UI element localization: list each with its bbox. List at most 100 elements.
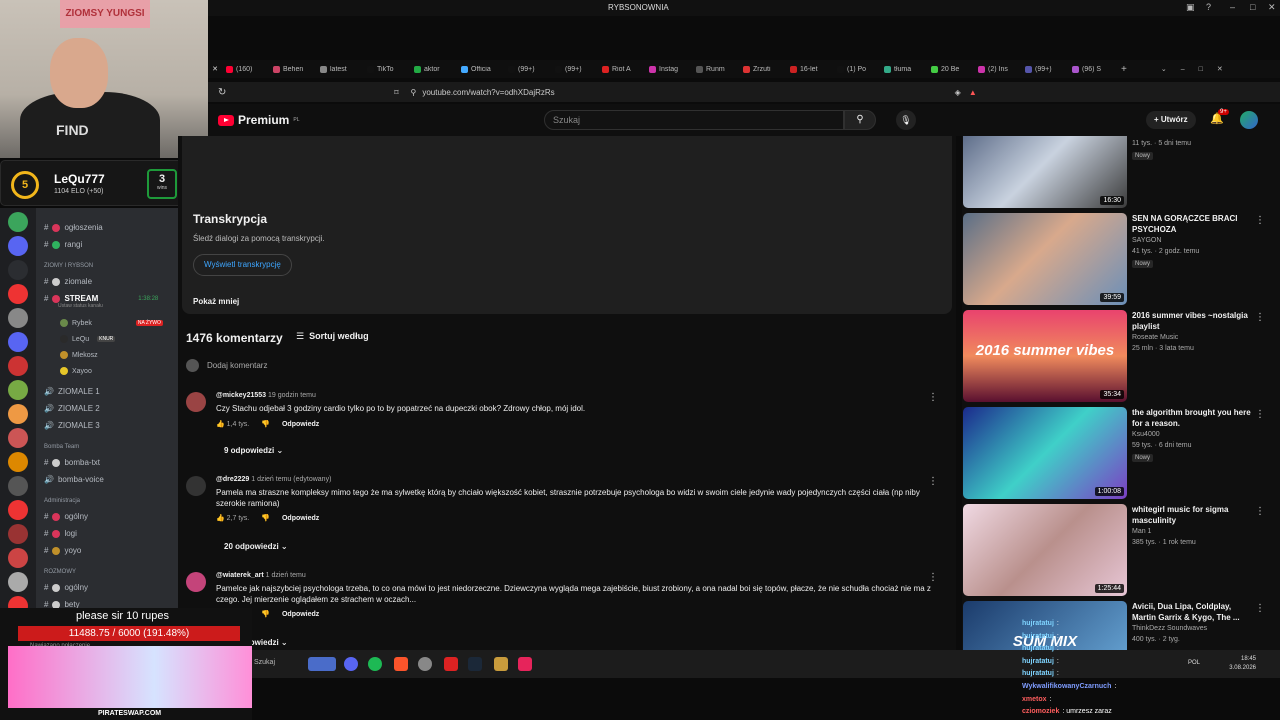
server-icon[interactable] xyxy=(8,548,28,568)
video-channel[interactable]: Roseate Music xyxy=(1132,334,1178,341)
channel-item[interactable]: # ogólny xyxy=(44,512,88,521)
video-title[interactable]: 2016 summer vibes ~nostalgia playlist xyxy=(1132,310,1252,332)
video-thumbnail[interactable]: 2016 summer vibes 35:34 xyxy=(963,310,1127,402)
restore-browser-icon[interactable]: □ xyxy=(1199,66,1203,73)
video-thumbnail[interactable]: 16:30 xyxy=(963,136,1127,208)
commenter-avatar[interactable] xyxy=(186,392,206,412)
video-channel[interactable]: SAYGON xyxy=(1132,237,1161,244)
show-transcript-button[interactable]: Wyświetl transkrypcję xyxy=(193,254,292,276)
voice-user[interactable]: Rybek NA ŻYWO xyxy=(60,319,163,327)
server-icon[interactable] xyxy=(8,284,28,304)
riot-icon[interactable] xyxy=(444,657,458,671)
channel-item[interactable]: # logi xyxy=(44,529,77,538)
brave-rewards-icon[interactable]: ▲ xyxy=(969,88,977,97)
video-channel[interactable]: Ksu4000 xyxy=(1132,431,1160,438)
replies-toggle[interactable]: 9 odpowiedzi ⌄ xyxy=(224,446,283,455)
video-title[interactable]: SEN NA GORĄCZCE BRACI PSYCHOZA xyxy=(1132,213,1252,235)
server-icon[interactable] xyxy=(8,572,28,592)
reply-button[interactable]: Odpowiedz xyxy=(282,421,319,428)
commenter-avatar[interactable] xyxy=(186,476,206,496)
channel-item[interactable]: 🔊 bomba-voice xyxy=(44,475,104,484)
channel-item[interactable]: # ogłoszenia xyxy=(44,223,103,232)
maximize-icon[interactable]: □ xyxy=(1250,2,1255,12)
chat-username[interactable]: hujratatuj xyxy=(1022,658,1054,665)
tab-10[interactable]: Runm xyxy=(692,65,739,73)
video-thumbnail[interactable]: 39:59 xyxy=(963,213,1127,305)
comment-author[interactable]: @dre2229 xyxy=(216,476,249,483)
voice-user[interactable]: Xayoo xyxy=(60,367,92,375)
server-icon[interactable] xyxy=(8,212,28,232)
server-icon[interactable] xyxy=(8,500,28,520)
voice-search-button[interactable]: 🎙 xyxy=(896,110,916,130)
video-title[interactable]: whitegirl music for sigma masculinity xyxy=(1132,504,1252,526)
comment-more-icon[interactable]: ⋮ xyxy=(928,572,938,583)
thumb-down-icon[interactable]: 👎 xyxy=(261,420,270,428)
channel-item[interactable]: # ziomale xyxy=(44,277,92,286)
server-icon[interactable] xyxy=(8,260,28,280)
chat-username[interactable]: hujratatuj xyxy=(1022,633,1054,640)
comment-time[interactable]: 1 dzień temu (edytowany) xyxy=(251,476,331,483)
tab-11[interactable]: Zrzuti xyxy=(739,65,786,73)
video-thumbnail[interactable]: 1:00:08 xyxy=(963,407,1127,499)
channel-category[interactable]: Administracja xyxy=(44,498,80,504)
discord-icon[interactable] xyxy=(344,657,358,671)
video-channel[interactable]: Man 1 xyxy=(1132,528,1151,535)
help-icon[interactable]: ? xyxy=(1206,2,1211,12)
layout-icon[interactable]: ▣ xyxy=(1186,2,1195,13)
video-more-icon[interactable]: ⋮ xyxy=(1255,312,1265,323)
close-browser-icon[interactable]: ✕ xyxy=(1217,65,1223,73)
reply-button[interactable]: Odpowiedz xyxy=(282,515,319,522)
like-button[interactable]: 👍 2,7 tys. xyxy=(216,514,249,522)
chat-username[interactable]: xmetox xyxy=(1022,696,1047,703)
taskbar-search[interactable]: Szukaj xyxy=(254,659,275,666)
close-icon[interactable]: ✕ xyxy=(1268,2,1276,13)
video-title[interactable]: the algorithm brought you here for a rea… xyxy=(1132,407,1252,429)
related-video[interactable]: 1:25:44 whitegirl music for sigma masculi… xyxy=(963,504,1279,600)
search-input[interactable]: Szukaj xyxy=(544,110,844,130)
league-icon[interactable] xyxy=(494,657,508,671)
tab-0[interactable]: (160) xyxy=(222,65,269,73)
minimize-icon[interactable]: – xyxy=(1230,2,1235,12)
server-icon[interactable] xyxy=(8,404,28,424)
reload-icon[interactable]: ↻ xyxy=(218,87,226,98)
video-more-icon[interactable]: ⋮ xyxy=(1255,215,1265,226)
video-more-icon[interactable]: ⋮ xyxy=(1255,506,1265,517)
comment-author[interactable]: @mickey21553 xyxy=(216,392,266,399)
channel-category[interactable]: ROZMOWY xyxy=(44,569,76,575)
related-video[interactable]: 2016 summer vibes 35:34 2016 summer vibes … xyxy=(963,310,1279,406)
account-avatar[interactable] xyxy=(1240,111,1258,129)
chat-username[interactable]: WykwalifikowanyCzarnuch xyxy=(1022,683,1111,690)
voice-user[interactable]: Mlekosz xyxy=(60,351,98,359)
channel-item[interactable]: 🔊 ZIOMALE 2 xyxy=(44,404,100,413)
tab-8[interactable]: Riot A xyxy=(598,65,645,73)
tab-4[interactable]: aktor xyxy=(410,65,457,73)
thumb-down-icon[interactable]: 👎 xyxy=(261,610,270,618)
server-icon[interactable] xyxy=(8,452,28,472)
like-button[interactable]: 👍 1,4 tys. xyxy=(216,420,249,428)
chat-username[interactable]: hujratatuj xyxy=(1022,670,1054,677)
minimize-browser-icon[interactable]: – xyxy=(1181,66,1185,73)
channel-item[interactable]: # ogólny xyxy=(44,583,88,592)
tab-13[interactable]: (1) Po xyxy=(833,65,880,73)
reply-button[interactable]: Odpowiedz xyxy=(282,611,319,618)
server-icon[interactable] xyxy=(8,380,28,400)
show-less-button[interactable]: Pokaż mniej xyxy=(193,297,239,306)
sort-button[interactable]: ☰ Sortuj według xyxy=(296,331,369,342)
video-more-icon[interactable]: ⋮ xyxy=(1255,409,1265,420)
tab-6[interactable]: (99+) xyxy=(504,65,551,73)
spotify-icon[interactable] xyxy=(368,657,382,671)
related-video[interactable]: 16:30PRZED SZKIEŁAMI ✝️DJ Falda11 tys. ·… xyxy=(963,136,1279,212)
video-more-icon[interactable]: ⋮ xyxy=(1255,603,1265,614)
tab-1[interactable]: Behen xyxy=(269,65,316,73)
add-comment-input[interactable]: Dodaj komentarz xyxy=(186,359,267,372)
server-icon[interactable] xyxy=(8,428,28,448)
voice-user[interactable]: LeQu KNUR xyxy=(60,335,116,343)
tab-18[interactable]: (96) S xyxy=(1068,65,1115,73)
app-icon[interactable] xyxy=(518,657,532,671)
chat-username[interactable]: hujratatuj xyxy=(1022,620,1054,627)
tab-2[interactable]: latest xyxy=(316,65,363,73)
server-icon[interactable] xyxy=(8,236,28,256)
widgets-icon[interactable] xyxy=(308,657,336,671)
steam-icon[interactable] xyxy=(468,657,482,671)
tab-12[interactable]: 16-let xyxy=(786,65,833,73)
